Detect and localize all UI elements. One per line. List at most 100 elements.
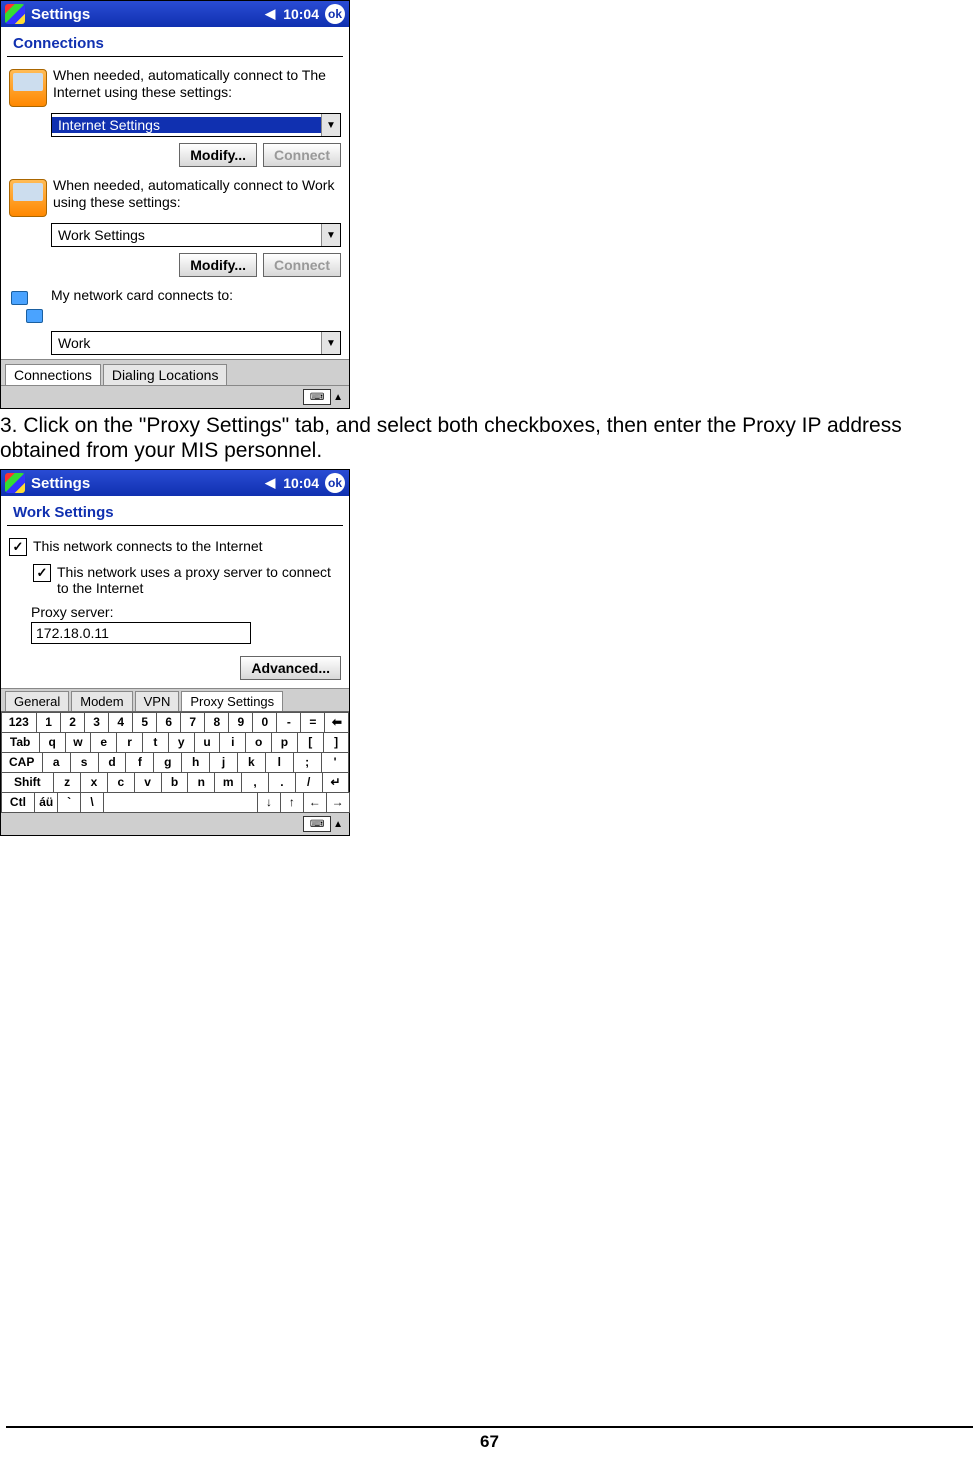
key[interactable]: j (209, 752, 238, 773)
key-shift[interactable]: Shift (1, 772, 55, 793)
network-card-combo[interactable]: Work ▼ (51, 331, 341, 355)
key[interactable]: p (271, 732, 298, 753)
key[interactable]: \ (80, 792, 104, 813)
key[interactable]: 5 (132, 712, 157, 733)
checkbox-proxy-label: This network uses a proxy server to conn… (57, 564, 341, 596)
key[interactable]: d (98, 752, 127, 773)
volume-icon[interactable]: ◀ (265, 475, 275, 491)
chevron-down-icon[interactable]: ▼ (321, 332, 340, 354)
key[interactable]: n (187, 772, 215, 793)
key[interactable]: 6 (156, 712, 181, 733)
checkbox-internet[interactable]: ✓ (9, 538, 27, 556)
key[interactable]: 4 (108, 712, 133, 733)
key[interactable]: 1 (36, 712, 61, 733)
key[interactable]: g (153, 752, 182, 773)
key-123[interactable]: 123 (1, 712, 38, 733)
key[interactable]: , (241, 772, 269, 793)
connect-button[interactable]: Connect (263, 253, 341, 277)
key[interactable]: a (42, 752, 71, 773)
key[interactable]: ' (321, 752, 350, 773)
key-cap[interactable]: CAP (1, 752, 43, 773)
tab-proxy-settings[interactable]: Proxy Settings (181, 691, 283, 711)
instruction-text: 3. Click on the "Proxy Settings" tab, an… (0, 413, 979, 463)
key[interactable]: ; (293, 752, 322, 773)
tab-connections[interactable]: Connections (5, 364, 101, 385)
tab-general[interactable]: General (5, 691, 69, 711)
key[interactable]: 9 (228, 712, 253, 733)
key-right[interactable]: → (326, 792, 350, 813)
key[interactable]: w (65, 732, 92, 753)
key-backspace[interactable]: ⬅ (324, 712, 349, 733)
key[interactable]: m (214, 772, 242, 793)
key[interactable]: v (134, 772, 162, 793)
work-settings-combo[interactable]: Work Settings ▼ (51, 223, 341, 247)
key[interactable]: 2 (60, 712, 85, 733)
chevron-down-icon[interactable]: ▼ (321, 114, 340, 136)
keyboard-icon[interactable]: ⌨ (303, 816, 331, 832)
key[interactable]: o (245, 732, 272, 753)
key[interactable]: k (237, 752, 266, 773)
key[interactable]: z (53, 772, 81, 793)
advanced-button[interactable]: Advanced... (240, 656, 341, 680)
internet-settings-combo[interactable]: Internet Settings ▼ (51, 113, 341, 137)
modify-button[interactable]: Modify... (179, 253, 257, 277)
start-icon[interactable] (5, 473, 25, 493)
work-icon (9, 179, 47, 217)
chevron-down-icon[interactable]: ▼ (321, 224, 340, 246)
start-icon[interactable] (5, 4, 25, 24)
key[interactable]: 0 (252, 712, 277, 733)
key[interactable]: b (161, 772, 189, 793)
clock: 10:04 (283, 6, 319, 22)
key[interactable]: 3 (84, 712, 109, 733)
connect-button[interactable]: Connect (263, 143, 341, 167)
key[interactable]: f (125, 752, 154, 773)
key[interactable]: u (194, 732, 221, 753)
key[interactable]: t (142, 732, 169, 753)
key[interactable]: y (168, 732, 195, 753)
key-up[interactable]: ↑ (280, 792, 304, 813)
key[interactable]: / (295, 772, 323, 793)
proxy-server-label: Proxy server: (1, 600, 349, 620)
key[interactable]: e (90, 732, 117, 753)
key[interactable]: [ (297, 732, 324, 753)
section-title: Work Settings (1, 496, 349, 525)
titlebar-title: Settings (31, 6, 265, 23)
key[interactable]: 7 (180, 712, 205, 733)
bottom-bar: ⌨ ▲ (1, 812, 349, 835)
volume-icon[interactable]: ◀ (265, 6, 275, 22)
key[interactable]: s (70, 752, 99, 773)
sip-up-icon[interactable]: ▲ (333, 819, 343, 830)
keyboard-icon[interactable]: ⌨ (303, 389, 331, 405)
key-intl[interactable]: áü (34, 792, 58, 813)
key[interactable]: ` (57, 792, 81, 813)
key[interactable]: c (107, 772, 135, 793)
ok-button[interactable]: ok (325, 4, 345, 24)
on-screen-keyboard[interactable]: 123 1 2 3 4 5 6 7 8 9 0 - = ⬅ Tab q w e … (1, 711, 349, 812)
tab-modem[interactable]: Modem (71, 691, 132, 711)
key-down[interactable]: ↓ (257, 792, 281, 813)
key[interactable]: 8 (204, 712, 229, 733)
key[interactable]: r (116, 732, 143, 753)
key[interactable]: q (39, 732, 66, 753)
key-enter[interactable]: ↵ (322, 772, 350, 793)
key[interactable]: - (276, 712, 301, 733)
ok-button[interactable]: ok (325, 473, 345, 493)
key[interactable]: h (181, 752, 210, 773)
key[interactable]: x (80, 772, 108, 793)
modify-button[interactable]: Modify... (179, 143, 257, 167)
key-tab[interactable]: Tab (1, 732, 40, 753)
tab-vpn[interactable]: VPN (135, 691, 180, 711)
sip-up-icon[interactable]: ▲ (333, 392, 343, 403)
key-space[interactable] (103, 792, 258, 813)
key[interactable]: i (219, 732, 246, 753)
key-left[interactable]: ← (303, 792, 327, 813)
key-ctl[interactable]: Ctl (1, 792, 36, 813)
proxy-server-input[interactable]: 172.18.0.11 (31, 622, 251, 644)
key[interactable]: ] (323, 732, 350, 753)
titlebar: Settings ◀ 10:04 ok (1, 1, 349, 27)
key[interactable]: = (300, 712, 325, 733)
key[interactable]: . (268, 772, 296, 793)
tab-dialing-locations[interactable]: Dialing Locations (103, 364, 228, 385)
checkbox-proxy[interactable]: ✓ (33, 564, 51, 582)
key[interactable]: l (265, 752, 294, 773)
